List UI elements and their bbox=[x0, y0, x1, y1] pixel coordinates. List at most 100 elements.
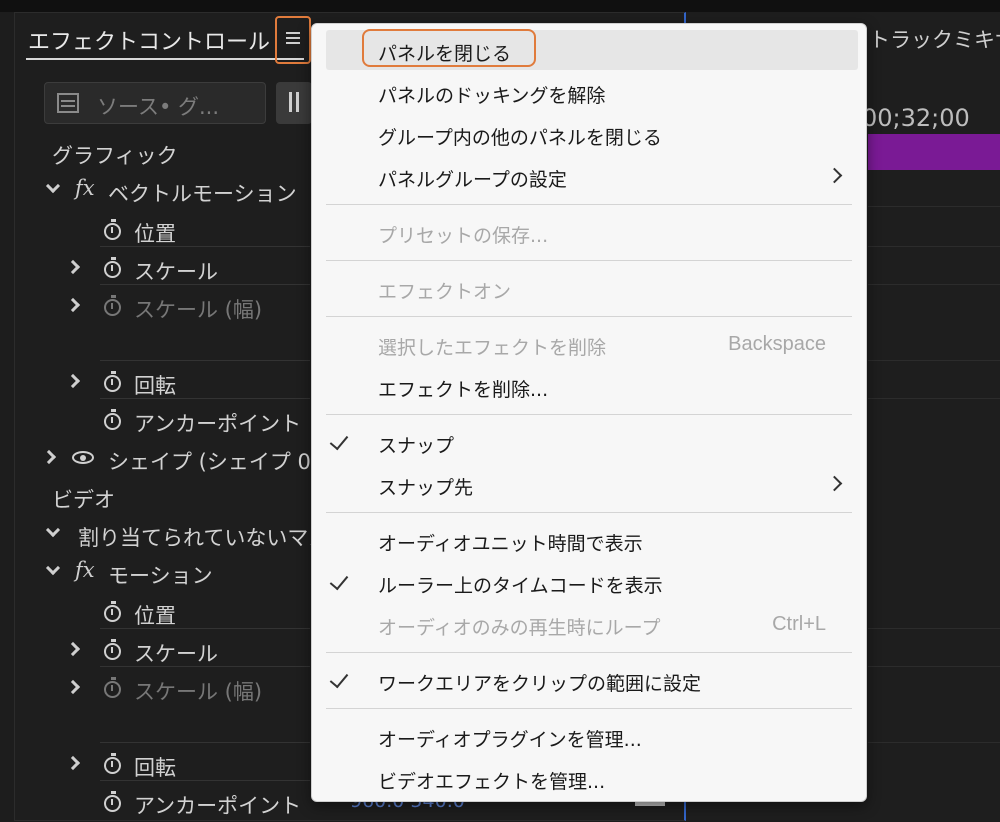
stopwatch-icon[interactable] bbox=[104, 639, 121, 660]
menu-separator bbox=[326, 260, 852, 261]
motion-label: モーション bbox=[108, 564, 213, 588]
menu-item-loop-audio-only: オーディオのみの再生時にループ Ctrl+L bbox=[312, 604, 868, 644]
row-divider bbox=[100, 284, 310, 285]
manage-video-effects-label: ビデオエフェクトを管理... bbox=[378, 771, 606, 793]
row-divider bbox=[868, 246, 1000, 247]
tab-track-mixer[interactable]: トラックミキサ bbox=[869, 24, 1000, 54]
eye-icon[interactable] bbox=[72, 451, 94, 464]
loop-audio-only-label: オーディオのみの再生時にループ bbox=[378, 617, 661, 639]
toolbar-button[interactable] bbox=[276, 82, 312, 124]
menu-item-snap-to[interactable]: スナップ先 bbox=[312, 464, 868, 504]
close-other-panels-label: グループ内の他のパネルを閉じる bbox=[378, 127, 662, 149]
stopwatch-icon[interactable] bbox=[104, 753, 121, 774]
rotation-label: 回転 bbox=[134, 756, 176, 780]
row-divider bbox=[100, 780, 310, 781]
show-timecode-ruler-label: ルーラー上のタイムコードを表示 bbox=[378, 575, 663, 597]
row-divider bbox=[100, 398, 310, 399]
scale-width-label: スケール (幅) bbox=[134, 680, 263, 704]
row-divider bbox=[100, 360, 310, 361]
menu-item-manage-audio-plugins[interactable]: オーディオプラグインを管理... bbox=[312, 716, 868, 756]
anchor-point-label: アンカーポイント bbox=[134, 412, 302, 436]
position-label: 位置 bbox=[134, 604, 176, 628]
fx-icon[interactable]: fx bbox=[75, 176, 95, 200]
menu-item-snap[interactable]: スナップ bbox=[312, 422, 868, 462]
snap-to-label: スナップ先 bbox=[378, 477, 474, 499]
video-label: ビデオ bbox=[52, 488, 115, 512]
menu-item-close-other-panels[interactable]: グループ内の他のパネルを閉じる bbox=[312, 114, 868, 154]
submenu-arrow-icon bbox=[826, 167, 843, 184]
menu-item-manage-video-effects[interactable]: ビデオエフェクトを管理... bbox=[312, 758, 868, 798]
scale-label: スケール bbox=[134, 260, 218, 284]
menu-separator bbox=[326, 652, 852, 653]
stopwatch-icon[interactable] bbox=[104, 601, 121, 622]
menu-separator bbox=[326, 204, 852, 205]
show-audio-units-label: オーディオユニット時間で表示 bbox=[378, 533, 643, 555]
row-divider bbox=[868, 206, 1000, 207]
menu-item-show-timecode-ruler[interactable]: ルーラー上のタイムコードを表示 bbox=[312, 562, 868, 602]
tab-effect-controls[interactable]: エフェクトコントロール bbox=[28, 24, 270, 56]
shortcut-label: Ctrl+L bbox=[772, 613, 826, 635]
panel-group-settings-label: パネルグループの設定 bbox=[378, 169, 567, 191]
top-bar bbox=[0, 0, 1000, 12]
manage-audio-plugins-label: オーディオプラグインを管理... bbox=[378, 729, 642, 751]
stopwatch-icon[interactable] bbox=[104, 219, 121, 240]
stopwatch-icon[interactable] bbox=[104, 409, 121, 430]
shortcut-label: Backspace bbox=[728, 333, 826, 355]
graphic-label: グラフィック bbox=[52, 144, 178, 168]
stopwatch-icon[interactable] bbox=[104, 295, 121, 316]
menu-item-delete-selected-effects: 選択したエフェクトを削除 Backspace bbox=[312, 324, 868, 364]
timecode-ruler-label: 00;32;00 bbox=[862, 104, 970, 132]
row-divider bbox=[100, 666, 310, 667]
menu-separator bbox=[326, 316, 852, 317]
menu-item-delete-effects[interactable]: エフェクトを削除... bbox=[312, 366, 868, 406]
menu-separator bbox=[326, 512, 852, 513]
panel-menu-button[interactable] bbox=[275, 16, 311, 64]
submenu-arrow-icon bbox=[826, 475, 843, 492]
delete-effects-label: エフェクトを削除... bbox=[378, 379, 549, 401]
row-divider bbox=[868, 284, 1000, 285]
row-divider bbox=[868, 360, 1000, 361]
menu-item-panel-group-settings[interactable]: パネルグループの設定 bbox=[312, 156, 868, 196]
menu-item-undock-panel[interactable]: パネルのドッキングを解除 bbox=[312, 72, 868, 112]
fx-icon[interactable]: fx bbox=[75, 558, 95, 582]
source-icon bbox=[57, 93, 79, 113]
panel-context-menu: パネルを閉じる パネルのドッキングを解除 グループ内の他のパネルを閉じる パネル… bbox=[311, 23, 867, 802]
scale-label: スケール bbox=[134, 642, 218, 666]
scale-width-label: スケール (幅) bbox=[134, 298, 263, 322]
checkmark-icon bbox=[329, 430, 349, 451]
stopwatch-icon[interactable] bbox=[104, 677, 121, 698]
shape-label: シェイプ (シェイプ 01 bbox=[108, 450, 325, 474]
menu-item-effect-on: エフェクトオン bbox=[312, 268, 868, 308]
unassigned-mask-label: 割り当てられていないマス bbox=[78, 526, 330, 550]
stopwatch-icon[interactable] bbox=[104, 257, 121, 278]
save-preset-label: プリセットの保存... bbox=[378, 225, 549, 247]
search-box[interactable]: ソース• グ... bbox=[44, 82, 266, 124]
checkmark-icon bbox=[329, 668, 349, 689]
menu-item-save-preset: プリセットの保存... bbox=[312, 212, 868, 252]
hamburger-icon bbox=[286, 32, 300, 46]
undock-panel-label: パネルのドッキングを解除 bbox=[378, 85, 606, 107]
tab-active-underline bbox=[26, 58, 304, 60]
stopwatch-icon[interactable] bbox=[104, 791, 121, 812]
menu-item-show-audio-units[interactable]: オーディオユニット時間で表示 bbox=[312, 520, 868, 560]
row-divider bbox=[868, 628, 1000, 629]
row-divider bbox=[868, 742, 1000, 743]
position-label: 位置 bbox=[134, 222, 176, 246]
menu-separator bbox=[326, 708, 852, 709]
stopwatch-icon[interactable] bbox=[104, 371, 121, 392]
row-divider bbox=[100, 628, 310, 629]
row-divider bbox=[868, 666, 1000, 667]
effect-on-label: エフェクトオン bbox=[378, 281, 512, 303]
rotation-label: 回転 bbox=[134, 374, 176, 398]
anchor-point-label: アンカーポイント bbox=[134, 794, 302, 818]
row-divider bbox=[100, 742, 310, 743]
highlight-box bbox=[362, 29, 536, 67]
menu-separator bbox=[326, 414, 852, 415]
row-divider bbox=[868, 398, 1000, 399]
vector-motion-label: ベクトルモーション bbox=[108, 182, 297, 206]
snap-label: スナップ bbox=[378, 435, 455, 457]
delete-selected-effects-label: 選択したエフェクトを削除 bbox=[378, 337, 607, 359]
menu-item-set-work-area[interactable]: ワークエリアをクリップの範囲に設定 bbox=[312, 660, 868, 700]
checkmark-icon bbox=[329, 570, 349, 591]
timeline-clip-bar[interactable] bbox=[868, 134, 1000, 170]
